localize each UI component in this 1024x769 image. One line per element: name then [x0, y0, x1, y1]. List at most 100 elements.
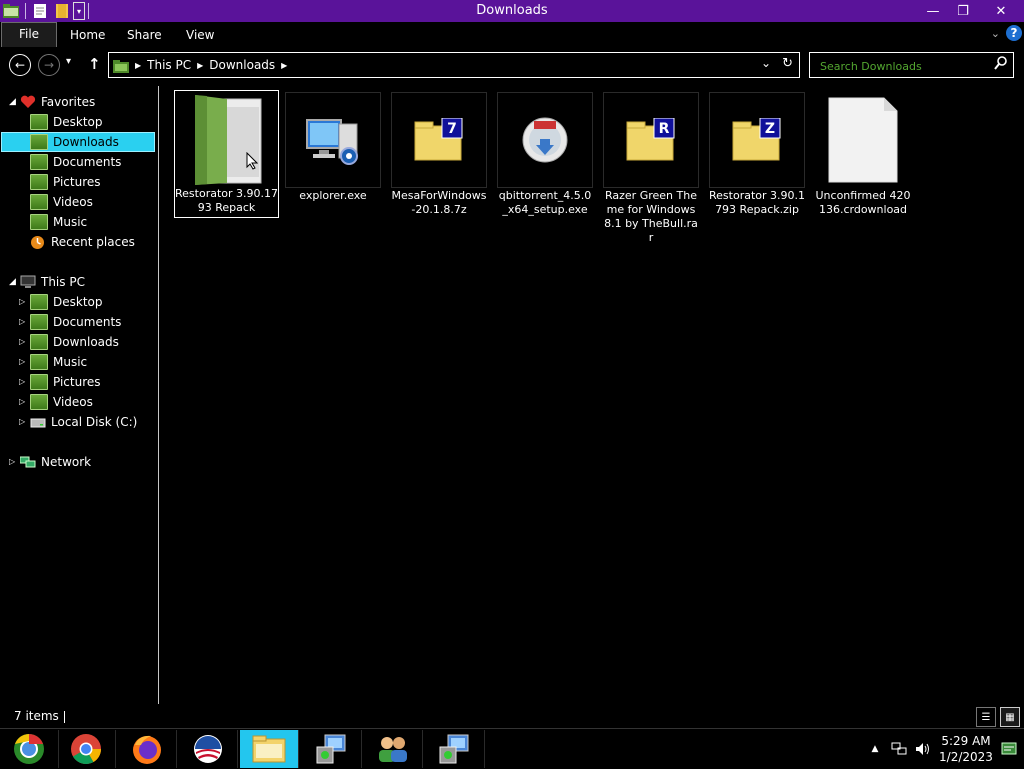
nav-favorites-desktop[interactable]: Desktop	[30, 112, 156, 132]
nav-favorites[interactable]: Favorites	[20, 92, 95, 112]
breadcrumb: ▶ This PC ▶ Downloads ▶	[135, 53, 287, 77]
users-group-icon[interactable]	[364, 730, 423, 768]
file-item[interactable]: Restorator 3.90.1793 Repack	[174, 90, 279, 218]
breadcrumb-separator-icon[interactable]: ▶	[197, 54, 203, 77]
nav-this-pc-local-disk[interactable]: Local Disk (C:)	[30, 412, 156, 432]
restore-button[interactable]: ❐	[948, 0, 978, 22]
file-item[interactable]: 7 MesaForWindows-20.1.8.7z	[391, 92, 487, 217]
nav-network[interactable]: Network	[19, 452, 91, 472]
tab-file[interactable]: File	[1, 22, 57, 47]
nav-item-label: Videos	[53, 395, 93, 409]
obama-logo-icon[interactable]	[179, 730, 238, 768]
nav-this-pc-downloads[interactable]: Downloads	[30, 332, 156, 352]
nav-this-pc-documents[interactable]: Documents	[30, 312, 156, 332]
svg-text:R: R	[659, 121, 670, 137]
recent-locations-dropdown-icon[interactable]: ▾	[66, 56, 71, 67]
status-separator	[64, 711, 65, 723]
network-status-icon[interactable]	[890, 740, 908, 758]
breadcrumb-downloads[interactable]: Downloads	[209, 54, 275, 77]
address-history-dropdown-icon[interactable]: ⌄	[761, 56, 771, 70]
network-setup-icon[interactable]	[303, 730, 362, 768]
file-item[interactable]: Z Restorator 3.90.1793 Repack.zip	[709, 92, 805, 217]
window-title: Downloads	[476, 3, 548, 18]
nav-favorites-videos[interactable]: Videos	[30, 192, 156, 212]
expand-arrow-icon[interactable]: ▷	[19, 372, 29, 392]
nav-this-pc-music[interactable]: Music	[30, 352, 156, 372]
chrome-icon[interactable]	[57, 730, 116, 768]
zip-archive-icon: Z	[709, 92, 805, 188]
expand-arrow-icon[interactable]: ▷	[19, 292, 29, 312]
help-icon[interactable]: ?	[1006, 25, 1022, 41]
tab-share[interactable]: Share	[127, 22, 162, 48]
minimize-button[interactable]: —	[918, 0, 948, 22]
file-item[interactable]: Unconfirmed 420136.crdownload	[815, 92, 911, 217]
nav-item-label: Pictures	[53, 375, 101, 389]
firefox-icon[interactable]	[118, 730, 177, 768]
nav-favorites-music[interactable]: Music	[30, 212, 156, 232]
nav-this-pc[interactable]: This PC	[20, 272, 85, 292]
nav-this-pc-desktop[interactable]: Desktop	[30, 292, 156, 312]
large-icons-view-icon[interactable]: ▦	[1000, 707, 1020, 727]
item-count: 7 items	[14, 709, 59, 723]
nav-this-pc-pictures[interactable]: Pictures	[30, 372, 156, 392]
file-name: Unconfirmed 420136.crdownload	[815, 189, 911, 216]
nav-favorites-recent-places[interactable]: Recent places	[30, 232, 156, 252]
expand-ribbon-chevron-icon[interactable]: ⌄	[991, 27, 1000, 40]
breadcrumb-separator-icon[interactable]: ▶	[281, 54, 287, 77]
ribbon-tabs: File Home Share View ⌄ ?	[0, 22, 1024, 48]
tab-home[interactable]: Home	[70, 22, 105, 48]
nav-this-pc-videos[interactable]: Videos	[30, 392, 156, 412]
expand-arrow-icon[interactable]: ▷	[19, 312, 29, 332]
file-name: Razer Green Theme for Windows 8.1 by The…	[604, 189, 698, 244]
file-item[interactable]: qbittorrent_4.5.0_x64_setup.exe	[497, 92, 593, 217]
system-tray: ▲ 5:29 AM 1/2/2023	[863, 729, 1024, 769]
nav-favorites-downloads[interactable]: Downloads	[1, 132, 155, 152]
downloads-folder-icon	[30, 134, 48, 150]
view-switcher: ☰ ▦	[976, 707, 1020, 727]
search-input[interactable]	[818, 56, 992, 76]
address-bar[interactable]: ▶ This PC ▶ Downloads ▶ ⌄ ↻	[108, 52, 800, 78]
close-button[interactable]: ✕	[978, 0, 1024, 22]
hard-drive-icon	[30, 415, 46, 429]
nav-item-label: Downloads	[53, 335, 119, 349]
file-item[interactable]: R Razer Green Theme for Windows 8.1 by T…	[603, 92, 699, 245]
action-center-icon[interactable]	[1000, 740, 1018, 758]
svg-text:Z: Z	[765, 121, 775, 137]
nav-item-label: Local Disk (C:)	[51, 415, 138, 429]
recent-places-icon	[30, 235, 46, 249]
pane-divider[interactable]	[158, 86, 159, 704]
favorites-expander-icon[interactable]: ◢	[9, 92, 19, 112]
clock[interactable]: 5:29 AM 1/2/2023	[935, 733, 997, 765]
expand-arrow-icon[interactable]: ▷	[19, 332, 29, 352]
back-button[interactable]: ←	[9, 54, 31, 76]
computer-app-icon	[285, 92, 381, 188]
details-view-icon[interactable]: ☰	[976, 707, 996, 727]
nav-item-label: Documents	[53, 155, 122, 169]
nav-favorites-documents[interactable]: Documents	[30, 152, 156, 172]
volume-icon[interactable]	[914, 740, 932, 758]
7z-archive-icon: 7	[391, 92, 487, 188]
mouse-cursor-icon	[246, 151, 259, 174]
up-button[interactable]: ↑	[88, 55, 101, 73]
network-setup-icon-2[interactable]	[426, 730, 485, 768]
show-hidden-icons-icon[interactable]: ▲	[866, 740, 884, 758]
title-bar: ▾ Downloads — ❐ ✕	[0, 0, 1024, 22]
breadcrumb-this-pc[interactable]: This PC	[147, 54, 191, 77]
videos-folder-icon	[30, 194, 48, 210]
refresh-icon[interactable]: ↻	[782, 56, 793, 71]
nav-favorites-pictures[interactable]: Pictures	[30, 172, 156, 192]
tab-view[interactable]: View	[186, 22, 214, 48]
rar-archive-icon: R	[603, 92, 699, 188]
file-explorer-taskbar-icon[interactable]	[240, 730, 299, 768]
forward-button[interactable]: →	[38, 54, 60, 76]
expand-arrow-icon[interactable]: ▷	[19, 352, 29, 372]
downloads-folder-icon	[30, 334, 48, 350]
expand-arrow-icon[interactable]: ▷	[19, 392, 29, 412]
installer-icon	[497, 92, 593, 188]
this-pc-expander-icon[interactable]: ◢	[9, 272, 19, 292]
search-icon[interactable]	[994, 55, 1007, 74]
start-button[interactable]	[0, 730, 59, 768]
network-expander-icon[interactable]: ▷	[9, 452, 19, 472]
expand-arrow-icon[interactable]: ▷	[19, 412, 29, 432]
file-item[interactable]: explorer.exe	[285, 92, 381, 203]
